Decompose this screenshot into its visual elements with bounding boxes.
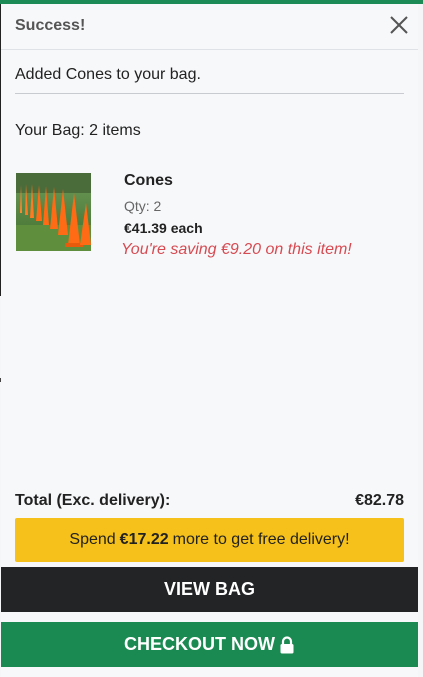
product-saving-note: You're saving €9.20 on this item! — [121, 241, 352, 258]
delivery-amount: €17.22 — [119, 531, 169, 548]
total-value: €82.78 — [355, 492, 404, 509]
delivery-suffix: more to get free delivery! — [172, 531, 350, 548]
product-thumbnail[interactable] — [16, 173, 91, 251]
free-delivery-banner: Spend €17.22 more to get free delivery! — [15, 518, 404, 562]
checkout-label: CHECKOUT NOW — [124, 634, 275, 654]
panel-title: Success! — [15, 17, 86, 34]
close-icon[interactable] — [388, 14, 410, 36]
checkout-now-button[interactable]: CHECKOUT NOW — [1, 622, 418, 667]
view-bag-label: VIEW BAG — [163, 579, 255, 599]
lock-icon — [279, 635, 295, 654]
view-bag-button[interactable]: VIEW BAG — [1, 567, 418, 612]
total-label: Total (Exc. delivery): — [15, 492, 171, 509]
divider — [15, 93, 404, 94]
panel-header: Success! — [1, 4, 418, 50]
added-message: Added Cones to your bag. — [15, 66, 201, 83]
product-name[interactable]: Cones — [124, 172, 173, 190]
product-quantity: Qty: 2 — [124, 198, 162, 214]
added-to-bag-panel: Success! Added Cones to your bag. Your B… — [1, 4, 418, 677]
delivery-prefix: Spend — [69, 531, 116, 548]
bag-item-count: Your Bag: 2 items — [15, 122, 141, 139]
product-unit-price: €41.39 each — [124, 220, 203, 236]
